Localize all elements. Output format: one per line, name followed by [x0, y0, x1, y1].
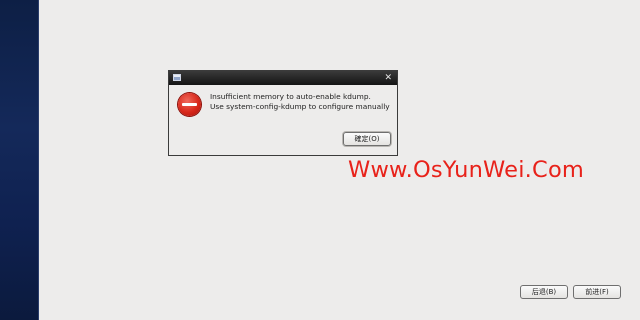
back-button[interactable]: 后退(B) — [520, 285, 568, 299]
error-icon — [178, 93, 201, 116]
ok-button[interactable]: 確定(O) — [343, 132, 391, 146]
dialog-message: Insufficient memory to auto-enable kdump… — [210, 92, 396, 112]
dialog-titlebar[interactable]: ✕ — [169, 71, 397, 85]
message-line-2: Use system-config-kdump to configure man… — [210, 102, 390, 111]
error-dialog: ✕ Insufficient memory to auto-enable kdu… — [168, 70, 398, 156]
next-button[interactable]: 前进(F) — [573, 285, 621, 299]
window-icon — [173, 74, 181, 81]
left-sidebar-band — [0, 0, 39, 320]
watermark-text: Www.OsYunWei.Com — [348, 157, 585, 183]
message-line-1: Insufficient memory to auto-enable kdump… — [210, 92, 371, 101]
close-icon[interactable]: ✕ — [384, 71, 392, 85]
